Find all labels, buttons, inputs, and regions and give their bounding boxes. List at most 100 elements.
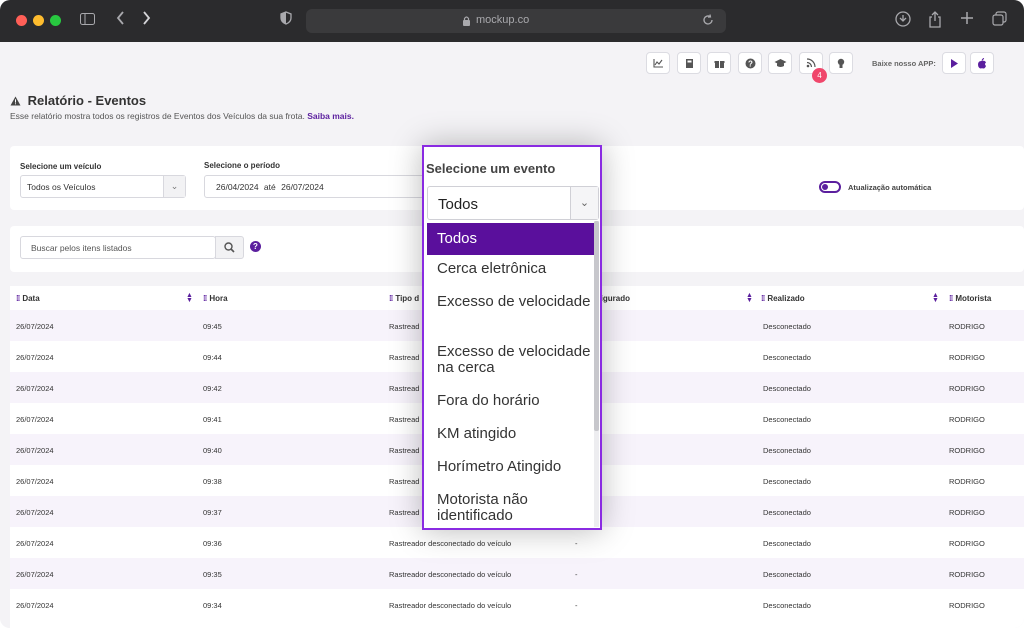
vehicle-select-label: Selecione um veículo xyxy=(20,162,102,171)
chevron-down-icon: ⌄ xyxy=(163,176,185,197)
cell-data: 26/07/2024 xyxy=(16,322,54,331)
event-select-value: Todos xyxy=(438,196,479,213)
event-option-km-atingido[interactable]: KM atingido xyxy=(427,426,594,442)
download-icon[interactable] xyxy=(895,11,911,33)
cell-realizado: Desconectado xyxy=(763,446,811,455)
cell-hora: 09:44 xyxy=(203,353,222,362)
period-input[interactable]: 26/04/2024 até 26/07/2024 xyxy=(204,175,434,198)
svg-text:?: ? xyxy=(748,59,753,68)
graduation-cap-icon[interactable] xyxy=(768,52,792,74)
table-row[interactable]: 26/07/2024 09:36 Rastreador desconectado… xyxy=(10,527,1024,558)
learn-more-link[interactable]: Saiba mais. xyxy=(307,111,354,121)
cell-data: 26/07/2024 xyxy=(16,446,54,455)
drag-handle-icon[interactable]: ⁞⁞ xyxy=(16,294,20,303)
shield-icon[interactable] xyxy=(280,11,292,31)
drag-handle-icon[interactable]: ⁞⁞ xyxy=(949,294,953,303)
cell-configurado: - xyxy=(575,539,578,548)
new-tab-icon[interactable] xyxy=(960,11,974,31)
event-option-horimetro[interactable]: Horímetro Atingido xyxy=(427,459,594,475)
reload-icon[interactable] xyxy=(702,13,714,31)
drag-handle-icon[interactable]: ⁞⁞ xyxy=(389,294,393,303)
cell-data: 26/07/2024 xyxy=(16,415,54,424)
lightbulb-icon[interactable] xyxy=(829,52,853,74)
cell-motorista: RODRIGO xyxy=(949,415,985,424)
address-bar[interactable]: mockup.co xyxy=(306,9,726,33)
event-option-todos[interactable]: Todos xyxy=(427,223,594,255)
cell-data: 26/07/2024 xyxy=(16,601,54,610)
gift-icon[interactable] xyxy=(707,52,731,74)
cell-tipo: Rastread xyxy=(389,477,420,486)
notification-badge: 4 xyxy=(812,68,827,83)
close-window-button[interactable] xyxy=(16,15,27,26)
page-title: Relatório - Eventos xyxy=(10,93,146,108)
event-option-motorista[interactable]: Motorista não identificado xyxy=(427,492,594,524)
cell-data: 26/07/2024 xyxy=(16,539,54,548)
column-header-motorista[interactable]: ⁞⁞ Motorista xyxy=(949,286,991,310)
chart-icon[interactable] xyxy=(646,52,670,74)
event-select[interactable]: Todos ⌄ xyxy=(427,186,599,220)
cell-realizado: Desconectado xyxy=(763,570,811,579)
vehicle-select[interactable]: Todos os Veículos ⌄ xyxy=(20,175,186,198)
event-option-excesso-cerca[interactable]: Excesso de velocidade na cerca xyxy=(427,344,594,376)
chevron-down-icon: ⌄ xyxy=(570,187,598,219)
sidebar-toggle-icon[interactable] xyxy=(80,11,95,31)
google-play-icon[interactable] xyxy=(942,52,966,74)
sort-icon[interactable]: ▲ ▼ xyxy=(186,292,193,304)
event-option-excesso-velocidade[interactable]: Excesso de velocidade xyxy=(427,294,594,310)
cell-data: 26/07/2024 xyxy=(16,508,54,517)
minimize-window-button[interactable] xyxy=(33,15,44,26)
cell-data: 26/07/2024 xyxy=(16,384,54,393)
column-header-hora[interactable]: ⁞⁞ Hora xyxy=(203,286,228,310)
event-options-list: Todos Cerca eletrônica Excesso de veloci… xyxy=(427,221,594,527)
table-row[interactable]: 26/07/2024 09:34 Rastreador desconectado… xyxy=(10,589,1024,620)
period-separator: até xyxy=(263,182,276,192)
cell-motorista: RODRIGO xyxy=(949,539,985,548)
back-arrow-icon[interactable] xyxy=(116,11,125,31)
apple-icon[interactable] xyxy=(970,52,994,74)
cell-motorista: RODRIGO xyxy=(949,601,985,610)
column-header-tipo[interactable]: ⁞⁞ Tipo d xyxy=(389,286,419,310)
event-option-cerca[interactable]: Cerca eletrônica xyxy=(427,261,594,277)
auto-update-toggle[interactable] xyxy=(819,181,841,193)
cell-motorista: RODRIGO xyxy=(949,322,985,331)
cell-hora: 09:40 xyxy=(203,446,222,455)
search-button[interactable] xyxy=(215,236,244,259)
cell-realizado: Desconectado xyxy=(763,508,811,517)
app-download-label: Baixe nosso APP: xyxy=(872,59,936,68)
search-input[interactable]: Buscar pelos itens listados xyxy=(20,236,216,259)
sort-icon[interactable]: ▲ ▼ xyxy=(746,292,753,304)
help-circle-icon[interactable]: ? xyxy=(738,52,762,74)
table-row[interactable]: 26/07/2024 09:35 Rastreador desconectado… xyxy=(10,558,1024,589)
cell-tipo: Rastreador desconectado do veículo xyxy=(389,601,512,610)
column-header-realizado[interactable]: ⁞⁞ Realizado xyxy=(761,286,805,310)
cell-configurado: - xyxy=(575,601,578,610)
tab-overview-icon[interactable] xyxy=(992,11,1007,32)
cell-hora: 09:37 xyxy=(203,508,222,517)
sort-icon[interactable]: ▲ ▼ xyxy=(932,292,939,304)
cell-realizado: Desconectado xyxy=(763,384,811,393)
share-icon[interactable] xyxy=(928,11,942,34)
vehicle-select-value: Todos os Veículos xyxy=(27,182,96,192)
scrollbar-thumb[interactable] xyxy=(594,221,599,431)
drag-handle-icon[interactable]: ⁞⁞ xyxy=(203,294,207,303)
warning-icon xyxy=(10,93,25,108)
drag-handle-icon[interactable]: ⁞⁞ xyxy=(761,294,765,303)
cell-hora: 09:41 xyxy=(203,415,222,424)
column-header-configurado[interactable]: figurado xyxy=(598,286,630,310)
maximize-window-button[interactable] xyxy=(50,15,61,26)
forward-arrow-icon[interactable] xyxy=(142,11,151,31)
event-option-fora-horario[interactable]: Fora do horário xyxy=(427,393,594,409)
event-select-label: Selecione um evento xyxy=(426,161,556,176)
cell-data: 26/07/2024 xyxy=(16,353,54,362)
period-start: 26/04/2024 xyxy=(216,182,259,192)
browser-titlebar: mockup.co xyxy=(0,0,1024,42)
cell-realizado: Desconectado xyxy=(763,353,811,362)
period-label: Selecione o período xyxy=(204,161,281,170)
scrollbar[interactable] xyxy=(594,221,599,527)
cell-tipo: Rastreador desconectado do veículo xyxy=(389,539,512,548)
cell-hora: 09:34 xyxy=(203,601,222,610)
cell-data: 26/07/2024 xyxy=(16,477,54,486)
help-icon[interactable]: ? xyxy=(250,241,261,252)
column-header-data[interactable]: ⁞⁞ Data xyxy=(16,286,40,310)
book-icon[interactable] xyxy=(677,52,701,74)
